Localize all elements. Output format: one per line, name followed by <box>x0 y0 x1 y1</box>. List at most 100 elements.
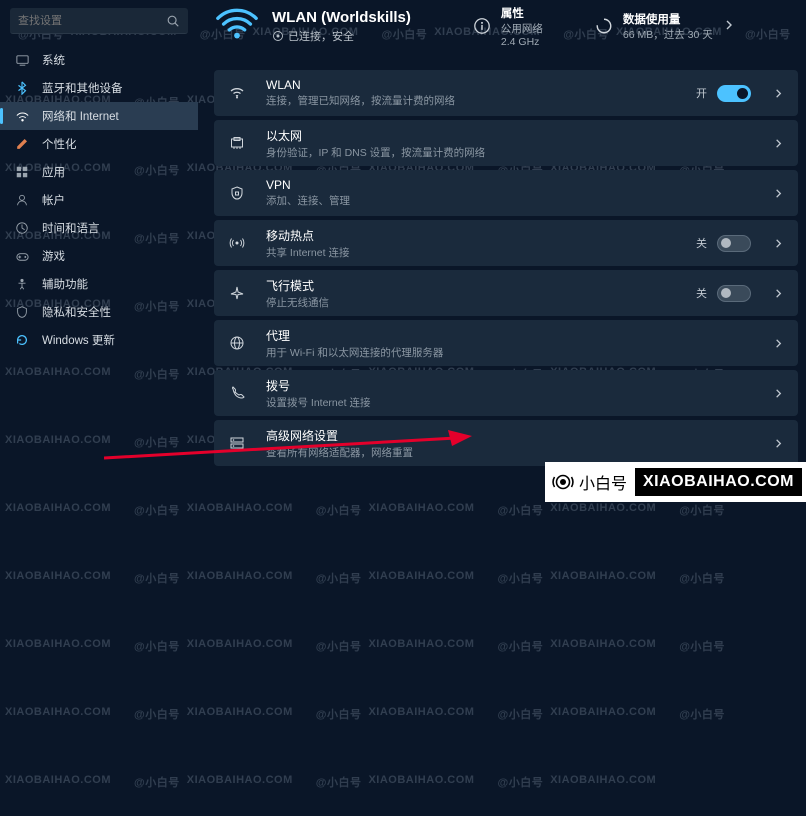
personalization-icon <box>14 136 30 152</box>
chevron-right-icon <box>773 288 784 299</box>
row-subtitle: 连接，管理已知网络，按流量计费的网络 <box>266 93 455 108</box>
chevron-right-icon <box>773 388 784 399</box>
info-icon <box>473 17 491 35</box>
source-badge: 小白号 XIAOBAIHAO.COM <box>545 462 806 502</box>
toggle-label: 开 <box>696 85 707 101</box>
data-usage-tile[interactable]: 数据使用量 66 MB，过去 30 天 <box>585 11 747 42</box>
bluetooth-icon <box>14 80 30 96</box>
proxy-icon <box>228 334 246 352</box>
sidebar-item-label: 时间和语言 <box>42 220 100 236</box>
vpn-icon <box>228 184 246 202</box>
sidebar-item-label: 网络和 Internet <box>42 108 119 124</box>
sidebar-item-label: 系统 <box>42 52 65 68</box>
toggle-label: 关 <box>696 285 707 301</box>
sidebar-item-label: 游戏 <box>42 248 65 264</box>
ethernet-icon <box>228 134 246 152</box>
sidebar-item-accessibility[interactable]: 辅助功能 <box>0 270 198 298</box>
airplane-icon <box>228 284 246 302</box>
row-title: 移动热点 <box>266 227 349 244</box>
row-title: 飞行模式 <box>266 277 329 294</box>
sidebar-item-label: 辅助功能 <box>42 276 88 292</box>
sidebar-item-system[interactable]: 系统 <box>0 46 198 74</box>
toggle-label: 关 <box>696 235 707 251</box>
data-usage-sub: 66 MB，过去 30 天 <box>623 27 713 42</box>
sidebar-item-label: 帐户 <box>42 192 65 208</box>
properties-title: 属性 <box>501 5 543 21</box>
wifi-icon <box>228 84 246 102</box>
sidebar-item-label: Windows 更新 <box>42 332 115 348</box>
sidebar-item-windows-update[interactable]: Windows 更新 <box>0 326 198 354</box>
search-container <box>10 8 188 34</box>
setting-row-advanced[interactable]: 高级网络设置查看所有网络适配器，网络重置 <box>214 420 798 466</box>
sidebar-item-personalization[interactable]: 个性化 <box>0 130 198 158</box>
nav-list: 系统蓝牙和其他设备网络和 Internet 个性化应用帐户时间和语言游戏辅助功能隐… <box>0 46 198 354</box>
system-icon <box>14 52 30 68</box>
chevron-right-icon <box>773 238 784 249</box>
main-content: WLAN (Worldskills) 已连接，安全 属性 公用网络 2.4 GH… <box>198 0 806 510</box>
properties-sub2: 2.4 GHz <box>501 36 543 48</box>
sidebar-item-label: 隐私和安全性 <box>42 304 111 320</box>
sidebar-item-time-language[interactable]: 时间和语言 <box>0 214 198 242</box>
time-language-icon <box>14 220 30 236</box>
setting-row-vpn[interactable]: VPN添加、连接、管理 <box>214 170 798 216</box>
properties-sub1: 公用网络 <box>501 21 543 36</box>
sidebar-item-network[interactable]: 网络和 Internet <box>0 102 198 130</box>
row-subtitle: 停止无线通信 <box>266 295 329 310</box>
network-status: 已连接，安全 <box>272 28 411 44</box>
network-hero: WLAN (Worldskills) 已连接，安全 属性 公用网络 2.4 GH… <box>214 0 798 52</box>
apps-icon <box>14 164 30 180</box>
network-icon <box>14 108 30 124</box>
sidebar-item-label: 应用 <box>42 164 65 180</box>
sidebar-item-gaming[interactable]: 游戏 <box>0 242 198 270</box>
gaming-icon <box>14 248 30 264</box>
toggle-switch[interactable] <box>717 285 751 302</box>
row-title: WLAN <box>266 78 455 92</box>
hotspot-icon <box>228 234 246 252</box>
row-title: 以太网 <box>266 127 485 144</box>
chevron-right-icon <box>773 438 784 449</box>
sidebar-item-label: 个性化 <box>42 136 77 152</box>
row-subtitle: 查看所有网络适配器，网络重置 <box>266 445 413 460</box>
chevron-right-icon <box>723 19 737 33</box>
sidebar-item-label: 蓝牙和其他设备 <box>42 80 123 96</box>
chevron-right-icon <box>773 88 784 99</box>
row-title: VPN <box>266 178 350 192</box>
row-subtitle: 用于 Wi-Fi 和以太网连接的代理服务器 <box>266 345 443 360</box>
accounts-icon <box>14 192 30 208</box>
sidebar-item-accounts[interactable]: 帐户 <box>0 186 198 214</box>
dialup-icon <box>228 384 246 402</box>
setting-row-wifi[interactable]: WLAN连接，管理已知网络，按流量计费的网络 开 <box>214 70 798 116</box>
sidebar-item-privacy[interactable]: 隐私和安全性 <box>0 298 198 326</box>
toggle-switch[interactable] <box>717 235 751 252</box>
badge-en: XIAOBAIHAO.COM <box>635 468 802 496</box>
settings-sidebar: 系统蓝牙和其他设备网络和 Internet 个性化应用帐户时间和语言游戏辅助功能隐… <box>0 0 198 510</box>
setting-row-hotspot[interactable]: 移动热点共享 Internet 连接 关 <box>214 220 798 266</box>
row-title: 高级网络设置 <box>266 427 413 444</box>
row-subtitle: 共享 Internet 连接 <box>266 245 349 260</box>
settings-rows: WLAN连接，管理已知网络，按流量计费的网络 开以太网身份验证，IP 和 DNS … <box>214 70 798 466</box>
properties-tile[interactable]: 属性 公用网络 2.4 GHz <box>463 5 553 48</box>
data-usage-icon <box>595 17 613 35</box>
search-input[interactable] <box>10 8 188 34</box>
chevron-right-icon <box>773 338 784 349</box>
row-subtitle: 添加、连接、管理 <box>266 193 350 208</box>
accessibility-icon <box>14 276 30 292</box>
toggle-switch[interactable] <box>717 85 751 102</box>
windows-update-icon <box>14 332 30 348</box>
network-title: WLAN (Worldskills) <box>272 9 411 26</box>
search-icon <box>166 14 180 28</box>
row-subtitle: 设置拨号 Internet 连接 <box>266 395 370 410</box>
sidebar-item-apps[interactable]: 应用 <box>0 158 198 186</box>
advanced-icon <box>228 434 246 452</box>
setting-row-airplane[interactable]: 飞行模式停止无线通信 关 <box>214 270 798 316</box>
sidebar-item-bluetooth[interactable]: 蓝牙和其他设备 <box>0 74 198 102</box>
row-title: 代理 <box>266 327 443 344</box>
chevron-right-icon <box>773 188 784 199</box>
wifi-large-icon <box>214 3 260 49</box>
row-title: 拨号 <box>266 377 370 394</box>
setting-row-ethernet[interactable]: 以太网身份验证，IP 和 DNS 设置，按流量计费的网络 <box>214 120 798 166</box>
setting-row-proxy[interactable]: 代理用于 Wi-Fi 和以太网连接的代理服务器 <box>214 320 798 366</box>
setting-row-dialup[interactable]: 拨号设置拨号 Internet 连接 <box>214 370 798 416</box>
row-subtitle: 身份验证，IP 和 DNS 设置，按流量计费的网络 <box>266 145 485 160</box>
data-usage-title: 数据使用量 <box>623 11 713 27</box>
